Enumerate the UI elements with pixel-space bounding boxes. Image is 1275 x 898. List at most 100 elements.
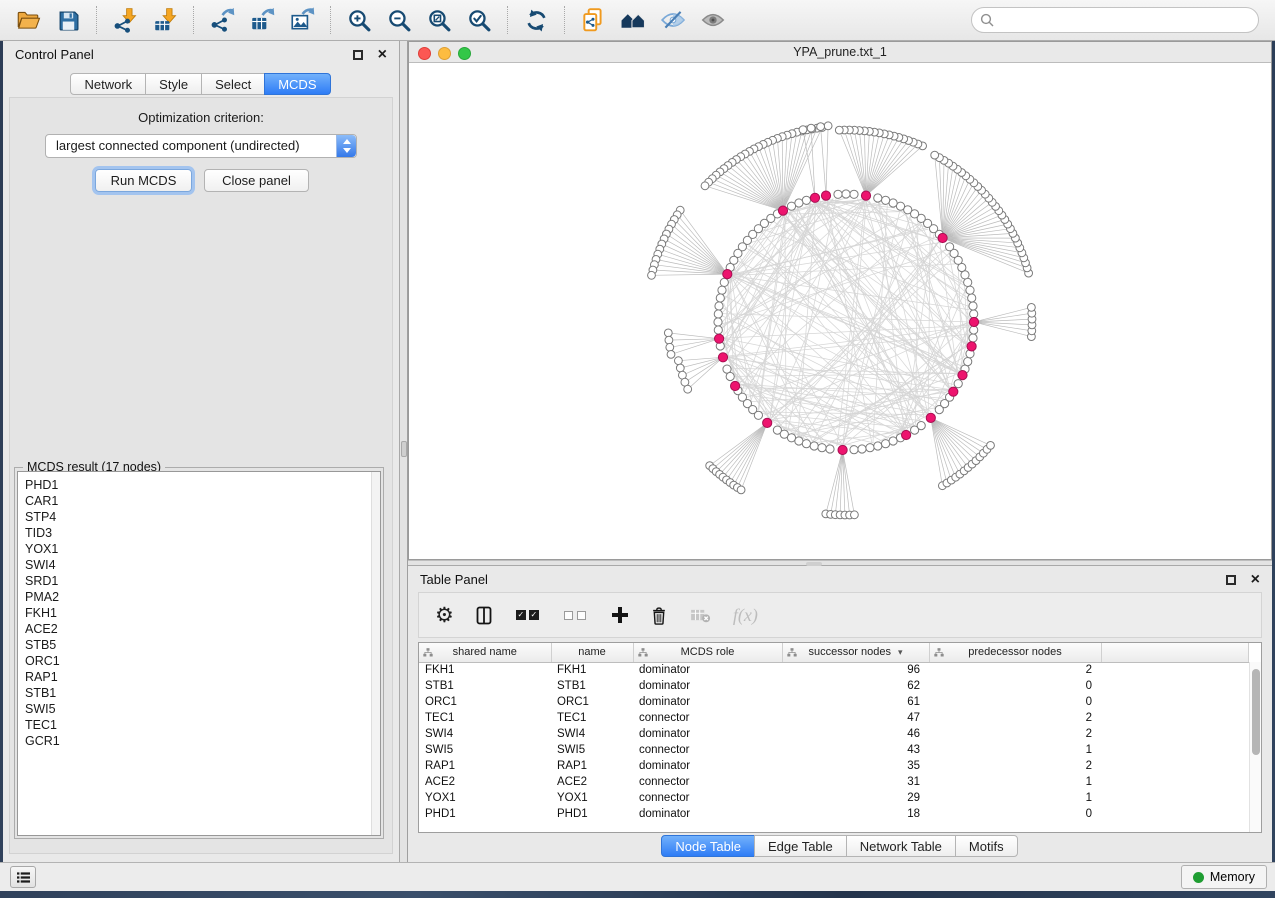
- tab-network-table[interactable]: Network Table: [846, 835, 956, 857]
- close-panel-icon[interactable]: ×: [378, 45, 387, 65]
- delete-column-button[interactable]: [650, 605, 668, 626]
- zoom-selected-button[interactable]: [459, 2, 499, 38]
- column-header-shared-name[interactable]: shared name: [419, 643, 551, 662]
- hide-selected-button[interactable]: [653, 2, 693, 38]
- mcds-result-item[interactable]: PMA2: [25, 589, 380, 605]
- mcds-result-item[interactable]: STP4: [25, 509, 380, 525]
- optimization-criterion-select[interactable]: largest connected component (undirected): [45, 134, 357, 158]
- window-maximize-icon[interactable]: [458, 47, 471, 60]
- import-network-button[interactable]: [105, 2, 145, 38]
- tab-network[interactable]: Network: [70, 73, 146, 95]
- network-graph-svg[interactable]: [409, 63, 1271, 559]
- checked-box-icon: ✓: [516, 610, 526, 620]
- checked-box-icon: ✓: [529, 610, 539, 620]
- mcds-result-list[interactable]: PHD1CAR1STP4TID3YOX1SWI4SRD1PMA2FKH1ACE2…: [17, 471, 381, 836]
- control-panel-tabs: NetworkStyleSelectMCDS: [3, 73, 399, 95]
- table-panel-tabs: Node TableEdge TableNetwork TableMotifs: [408, 835, 1272, 857]
- show-panel-list-button[interactable]: [10, 866, 36, 888]
- import-table-icon: [152, 7, 178, 33]
- mcds-result-item[interactable]: YOX1: [25, 541, 380, 557]
- table-row[interactable]: ORC1ORC1dominator610: [419, 694, 1249, 710]
- refresh-view-button[interactable]: [516, 2, 556, 38]
- memory-status-icon: [1193, 872, 1204, 883]
- import-table-button[interactable]: [145, 2, 185, 38]
- tab-mcds[interactable]: MCDS: [264, 73, 330, 95]
- export-table-button[interactable]: [242, 2, 282, 38]
- mcds-result-item[interactable]: TEC1: [25, 717, 380, 733]
- mcds-result-item[interactable]: CAR1: [25, 493, 380, 509]
- tab-edge-table[interactable]: Edge Table: [754, 835, 847, 857]
- list-icon: [16, 871, 31, 884]
- mcds-result-item[interactable]: ACE2: [25, 621, 380, 637]
- open-folder-icon: [15, 7, 41, 33]
- delete-table-button[interactable]: [690, 608, 711, 623]
- memory-button[interactable]: Memory: [1181, 865, 1267, 889]
- export-network-button[interactable]: [202, 2, 242, 38]
- node-table-body: FKH1FKH1dominator962STB1STB1dominator620…: [419, 662, 1249, 822]
- zoom-out-button[interactable]: [379, 2, 419, 38]
- mcds-result-item[interactable]: FKH1: [25, 605, 380, 621]
- run-mcds-button[interactable]: Run MCDS: [95, 169, 192, 192]
- tab-node-table[interactable]: Node Table: [661, 835, 755, 857]
- mcds-result-item[interactable]: STB5: [25, 637, 380, 653]
- table-row[interactable]: SWI5SWI5connector431: [419, 742, 1249, 758]
- add-column-button[interactable]: [612, 607, 628, 623]
- table-row[interactable]: ACE2ACE2connector311: [419, 774, 1249, 790]
- mcds-result-item[interactable]: RAP1: [25, 669, 380, 685]
- open-session-button[interactable]: [8, 2, 48, 38]
- mcds-result-item[interactable]: SWI5: [25, 701, 380, 717]
- scrollbar-thumb[interactable]: [1252, 669, 1260, 755]
- gear-icon: ⚙: [435, 605, 454, 626]
- float-panel-icon[interactable]: [1226, 575, 1236, 585]
- table-panel: Table Panel × ⚙ ✓✓ f(x) shared namenameM…: [408, 566, 1272, 862]
- column-header-name[interactable]: name: [551, 643, 633, 662]
- show-columns-button[interactable]: [476, 606, 494, 625]
- search-input[interactable]: [971, 7, 1259, 33]
- main-toolbar: [0, 0, 1275, 41]
- tab-motifs[interactable]: Motifs: [955, 835, 1018, 857]
- column-header-MCDS-role[interactable]: MCDS role: [633, 643, 782, 662]
- zoom-selected-icon: [467, 8, 492, 33]
- select-all-button[interactable]: ✓✓: [516, 610, 542, 620]
- tab-select[interactable]: Select: [201, 73, 265, 95]
- table-row[interactable]: STB1STB1dominator620: [419, 678, 1249, 694]
- close-panel-icon[interactable]: ×: [1251, 570, 1260, 590]
- mcds-result-item[interactable]: TID3: [25, 525, 380, 541]
- mcds-result-item[interactable]: SWI4: [25, 557, 380, 573]
- clone-network-button[interactable]: [573, 2, 613, 38]
- column-header-predecessor-nodes[interactable]: predecessor nodes: [929, 643, 1101, 662]
- first-neighbors-button[interactable]: [613, 2, 653, 38]
- table-row[interactable]: SWI4SWI4dominator462: [419, 726, 1249, 742]
- table-row[interactable]: FKH1FKH1dominator962: [419, 662, 1249, 678]
- table-scrollbar[interactable]: [1249, 662, 1261, 832]
- zoom-fit-button[interactable]: [419, 2, 459, 38]
- zoom-in-button[interactable]: [339, 2, 379, 38]
- table-row[interactable]: YOX1YOX1connector291: [419, 790, 1249, 806]
- node-table: shared namenameMCDS rolesuccessor nodes▾…: [418, 642, 1262, 833]
- vertical-splitter[interactable]: [400, 41, 408, 862]
- table-row[interactable]: RAP1RAP1dominator352: [419, 758, 1249, 774]
- table-row[interactable]: PHD1PHD1dominator180: [419, 806, 1249, 822]
- mcds-result-item[interactable]: GCR1: [25, 733, 380, 749]
- float-panel-icon[interactable]: [353, 50, 363, 60]
- table-row[interactable]: TEC1TEC1connector472: [419, 710, 1249, 726]
- close-panel-button[interactable]: Close panel: [204, 169, 309, 192]
- network-title: YPA_prune.txt_1: [793, 45, 887, 59]
- deselect-all-button[interactable]: [564, 611, 590, 620]
- list-scrollbar[interactable]: [371, 472, 380, 835]
- settings-gear-button[interactable]: ⚙: [435, 605, 454, 626]
- mcds-result-item[interactable]: SRD1: [25, 573, 380, 589]
- show-all-button[interactable]: [693, 2, 733, 38]
- window-minimize-icon[interactable]: [438, 47, 451, 60]
- splitter-grip[interactable]: [401, 441, 407, 457]
- window-close-icon[interactable]: [418, 47, 431, 60]
- network-canvas[interactable]: [409, 63, 1271, 559]
- mcds-result-item[interactable]: PHD1: [25, 477, 380, 493]
- mcds-result-item[interactable]: STB1: [25, 685, 380, 701]
- column-header-successor-nodes[interactable]: successor nodes▾: [782, 643, 929, 662]
- tab-style[interactable]: Style: [145, 73, 202, 95]
- function-builder-button[interactable]: f(x): [733, 605, 758, 626]
- export-image-button[interactable]: [282, 2, 322, 38]
- mcds-result-item[interactable]: ORC1: [25, 653, 380, 669]
- save-session-button[interactable]: [48, 2, 88, 38]
